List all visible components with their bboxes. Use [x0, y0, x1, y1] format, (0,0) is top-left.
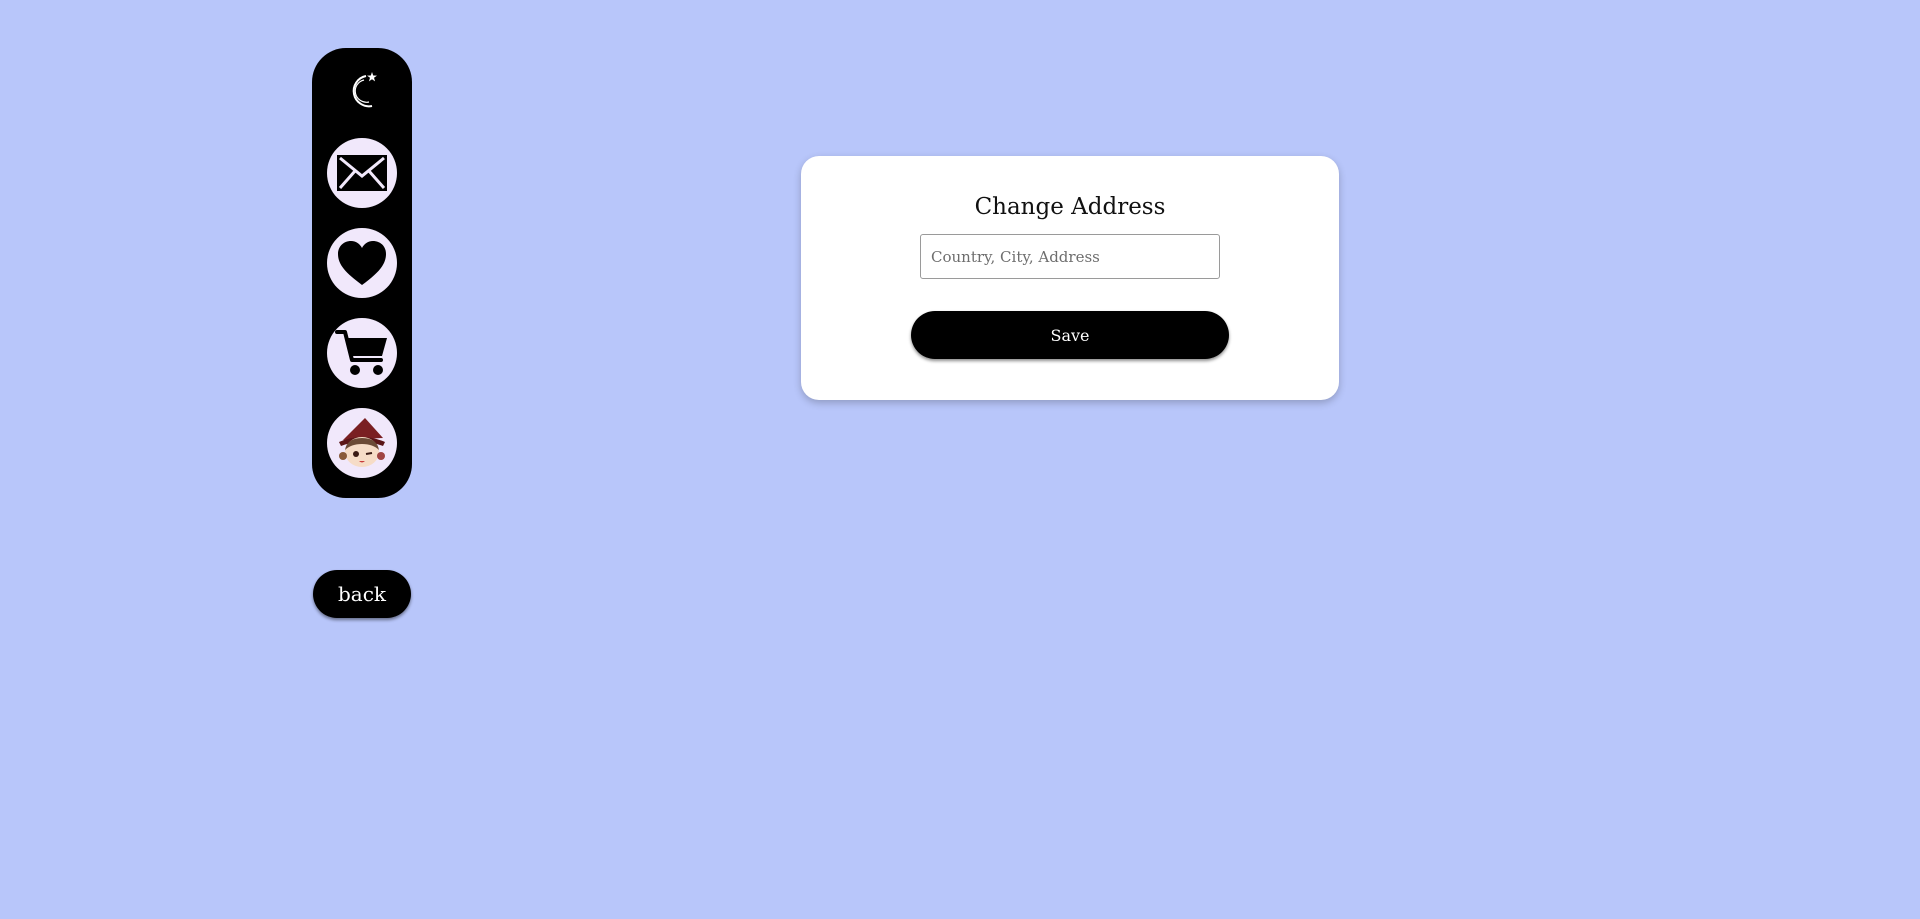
save-button[interactable]: Save: [911, 311, 1229, 359]
sidebar: [312, 48, 412, 498]
page: back Change Address Save: [0, 0, 1920, 919]
mail-icon: [336, 154, 388, 192]
sidebar-item-favorites[interactable]: [327, 228, 397, 298]
crescent-moon-star-icon[interactable]: [342, 68, 382, 112]
cart-icon: [335, 328, 389, 378]
change-address-card: Change Address Save: [801, 156, 1339, 400]
heart-icon: [336, 239, 388, 287]
address-input[interactable]: [920, 234, 1220, 279]
card-title: Change Address: [974, 194, 1166, 220]
sidebar-item-cart[interactable]: [327, 318, 397, 388]
sidebar-item-mail[interactable]: [327, 138, 397, 208]
back-button[interactable]: back: [313, 570, 411, 618]
sidebar-item-profile[interactable]: [327, 408, 397, 478]
avatar: [329, 410, 395, 476]
